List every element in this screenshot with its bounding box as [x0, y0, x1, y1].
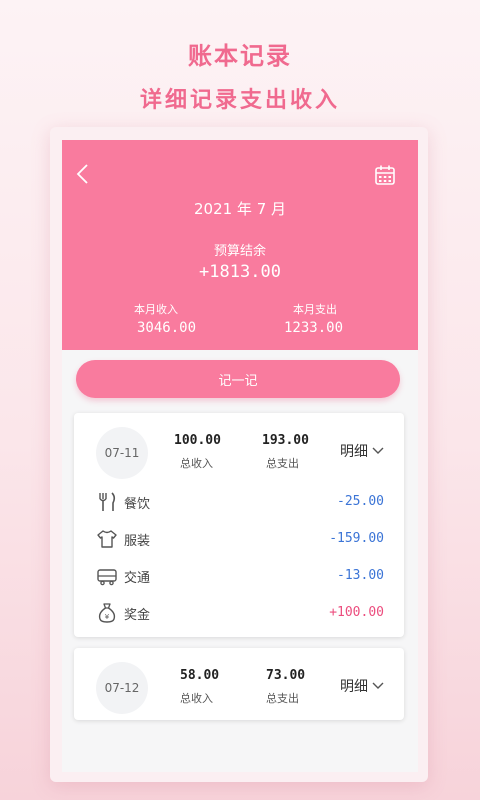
item-category: 餐饮 — [124, 497, 151, 512]
detail-label: 明细 — [340, 444, 368, 460]
svg-text:¥: ¥ — [105, 613, 110, 621]
month-income-value: 3046.00 — [137, 320, 197, 336]
summary-header: 2021 年 7 月 预算结余 +1813.00 本月收入 3046.00 本月… — [62, 140, 418, 350]
day-card: 07-11 100.00 总收入 193.00 总支出 明细 餐饮 -25.00 — [74, 413, 404, 637]
day-expense-label: 总支出 — [266, 457, 299, 470]
car-icon — [97, 569, 117, 586]
day-income-value: 100.00 — [174, 433, 221, 448]
item-category: 奖金 — [124, 608, 151, 623]
list-item[interactable]: 交通 -13.00 — [74, 559, 404, 596]
money-bag-icon: ¥ — [98, 603, 116, 623]
month-expense-label: 本月支出 — [293, 303, 337, 316]
fork-knife-icon — [99, 492, 116, 511]
calendar-icon[interactable] — [374, 164, 396, 186]
day-expense-label: 总支出 — [266, 692, 299, 705]
item-amount: +100.00 — [329, 605, 384, 620]
day-card: 07-12 58.00 总收入 73.00 总支出 明细 — [74, 648, 404, 720]
app-screen: 2021 年 7 月 预算结余 +1813.00 本月收入 3046.00 本月… — [62, 140, 418, 772]
day-expense-value: 73.00 — [266, 668, 306, 683]
item-amount: -159.00 — [329, 531, 384, 546]
day-summary: 07-12 58.00 总收入 73.00 总支出 明细 — [74, 648, 404, 720]
detail-toggle-button[interactable]: 明细 — [340, 676, 384, 696]
day-expense-value: 193.00 — [262, 433, 309, 448]
item-amount: -13.00 — [337, 568, 384, 583]
budget-label: 预算结余 — [213, 244, 266, 259]
item-amount: -25.00 — [337, 494, 384, 509]
day-income-label: 总收入 — [180, 457, 213, 470]
day-date: 07-12 — [96, 662, 148, 714]
day-income-value: 58.00 — [180, 668, 220, 683]
back-arrow-icon[interactable] — [74, 162, 92, 186]
month-selector[interactable]: 2021 年 7 月 — [62, 198, 418, 219]
list-item[interactable]: ¥ 奖金 +100.00 — [74, 596, 404, 633]
promo-subtitle: 详细记录支出收入 — [139, 88, 340, 113]
chevron-down-icon — [372, 682, 384, 689]
detail-toggle-button[interactable]: 明细 — [340, 441, 384, 461]
list-item[interactable]: 餐饮 -25.00 — [74, 485, 404, 522]
shirt-icon — [97, 530, 117, 548]
month-expense-value: 1233.00 — [284, 320, 344, 336]
item-category: 服装 — [124, 534, 151, 549]
budget-value: +1813.00 — [199, 262, 281, 282]
detail-label: 明细 — [340, 679, 368, 695]
promo-title: 账本记录 — [188, 42, 292, 70]
month-income-label: 本月收入 — [134, 303, 178, 316]
record-button[interactable]: 记一记 — [76, 360, 400, 398]
day-summary: 07-11 100.00 总收入 193.00 总支出 明细 — [74, 413, 404, 485]
day-income-label: 总收入 — [180, 692, 213, 705]
chevron-down-icon — [372, 447, 384, 454]
list-item[interactable]: 服装 -159.00 — [74, 522, 404, 559]
day-date: 07-11 — [96, 427, 148, 479]
item-category: 交通 — [124, 571, 151, 586]
